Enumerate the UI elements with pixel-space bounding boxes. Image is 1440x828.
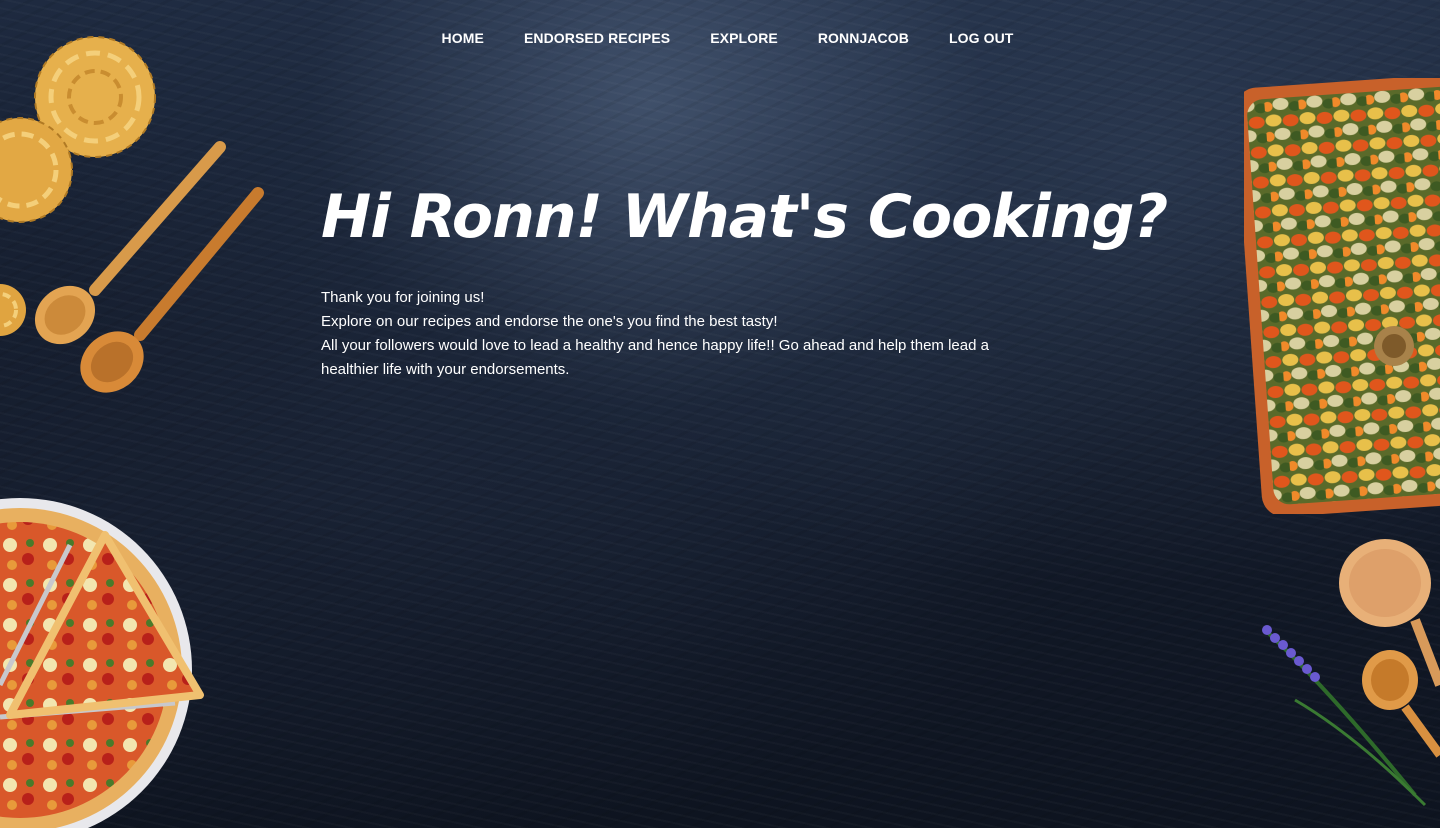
lavender-icon	[1262, 539, 1440, 807]
nav-profile[interactable]: RONNJACOB	[818, 28, 909, 48]
intro-line-thanks: Thank you for joining us!	[321, 289, 485, 306]
nav-log-out[interactable]: LOG OUT	[949, 28, 1013, 48]
intro-text: Thank you for joining us! Explore on our…	[321, 286, 1001, 382]
intro-line-followers: All your followers would love to lead a …	[321, 337, 989, 378]
nav-endorsed-recipes[interactable]: ENDORSED RECIPES	[524, 28, 670, 48]
hero-section: Hi Ronn! What's Cooking? Thank you for j…	[321, 178, 1168, 382]
pasta-tray-icon	[1244, 78, 1440, 514]
nav-home[interactable]: HOME	[442, 28, 484, 48]
wooden-spoon-icon	[34, 141, 264, 393]
nav-explore[interactable]: EXPLORE	[710, 28, 778, 48]
page-title: Hi Ronn! What's Cooking?	[321, 182, 1168, 252]
pizza-icon	[0, 498, 204, 828]
top-navigation: HOME ENDORSED RECIPES EXPLORE RONNJACOB …	[0, 28, 1440, 48]
background-texture	[0, 0, 1440, 828]
intro-line-explore: Explore on our recipes and endorse the o…	[321, 313, 778, 330]
